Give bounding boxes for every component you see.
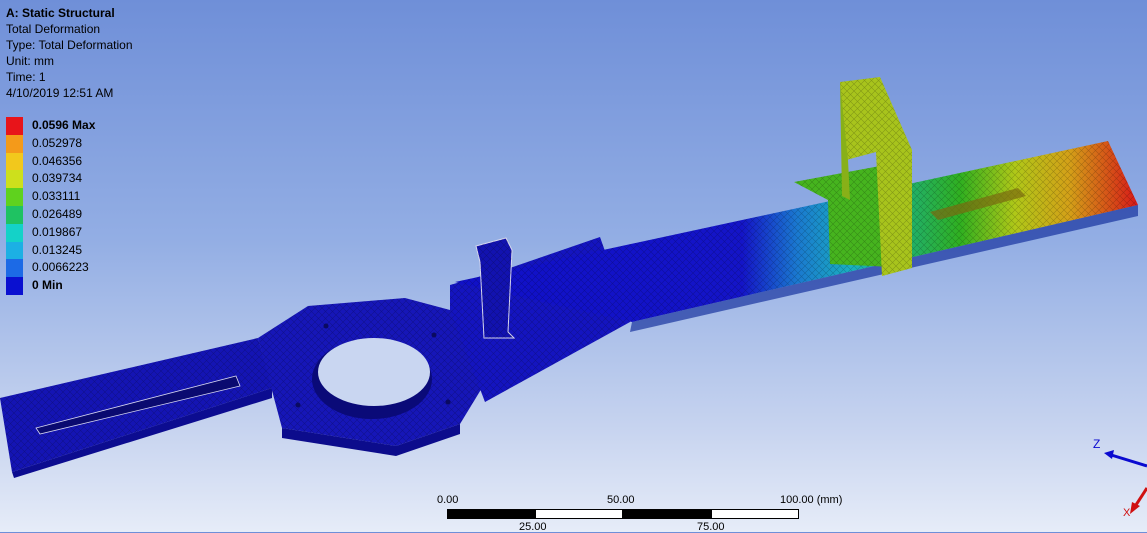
axis-triad[interactable]: Z X [1090,432,1147,532]
deformation-beam [455,141,1138,332]
z-axis-label: Z [1093,437,1100,451]
bore-plate [258,298,488,456]
z-axis-head [1104,450,1114,459]
x-axis-label: X [1123,507,1131,519]
model-viewport[interactable] [0,0,1147,532]
left-slot-plate [0,338,272,478]
z-axis-arrow [1107,452,1147,468]
